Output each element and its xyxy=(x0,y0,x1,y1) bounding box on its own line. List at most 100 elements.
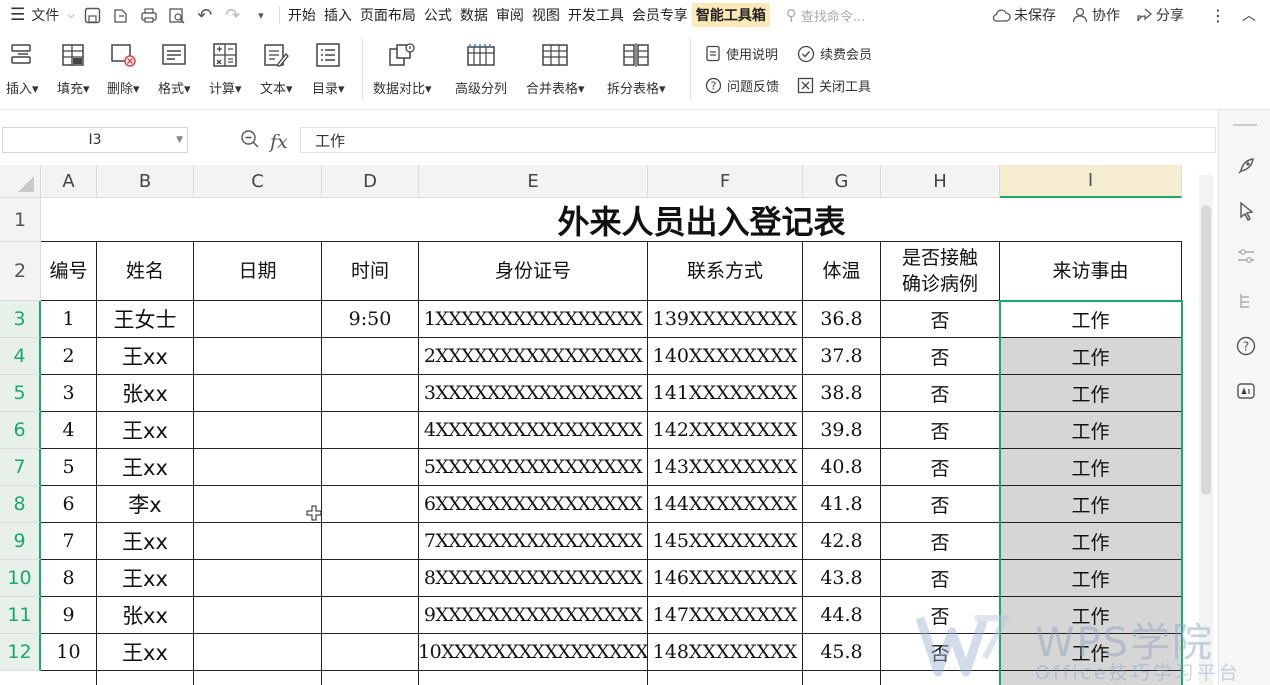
table-cell[interactable]: 38.8 xyxy=(803,375,881,412)
table-cell[interactable]: 7 xyxy=(41,523,97,560)
column-header-f[interactable]: F xyxy=(648,165,803,198)
table-cell[interactable]: 工作 xyxy=(1000,338,1182,375)
table-cell[interactable] xyxy=(322,634,419,671)
ai-assistant-icon[interactable] xyxy=(1235,380,1257,402)
feedback-button[interactable]: ? 问题反馈 xyxy=(705,76,779,95)
table-cell[interactable] xyxy=(194,597,322,634)
table-cell[interactable]: 45.8 xyxy=(803,634,881,671)
tab-insert[interactable]: 插入 xyxy=(320,0,356,30)
table-cell[interactable]: 142XXXXXXXX xyxy=(648,412,803,449)
table-cell[interactable] xyxy=(419,671,648,685)
scroll-thumb[interactable] xyxy=(1201,205,1211,495)
print-icon[interactable] xyxy=(138,4,160,26)
table-cell[interactable] xyxy=(194,301,322,338)
row-header-4[interactable]: 4 xyxy=(0,338,41,375)
row-header-11[interactable]: 11 xyxy=(0,597,41,634)
table-cell[interactable]: 42.8 xyxy=(803,523,881,560)
tab-formulas[interactable]: 公式 xyxy=(420,0,456,30)
table-cell[interactable]: 8 xyxy=(41,560,97,597)
table-cell[interactable]: 工作 xyxy=(1000,301,1182,338)
tab-member[interactable]: 会员专享 xyxy=(628,0,692,30)
row-header-1[interactable]: 1 xyxy=(0,198,41,242)
redo-icon[interactable]: ↷ xyxy=(222,4,244,26)
table-cell[interactable]: 张xx xyxy=(97,597,194,634)
table-cell[interactable] xyxy=(194,671,322,685)
tab-smart-toolbox[interactable]: 智能工具箱 xyxy=(691,3,770,27)
zoom-icon[interactable] xyxy=(240,129,260,154)
header-cell-c[interactable]: 日期 xyxy=(194,242,322,301)
tab-home[interactable]: 开始 xyxy=(284,0,320,30)
table-cell[interactable]: 王xx xyxy=(97,338,194,375)
table-cell[interactable]: 王女士 xyxy=(97,301,194,338)
table-cell[interactable] xyxy=(322,560,419,597)
row-header-3[interactable]: 3 xyxy=(0,301,41,338)
table-cell[interactable]: 37.8 xyxy=(803,338,881,375)
table-cell[interactable]: 否 xyxy=(881,412,1000,449)
collab-button[interactable]: 协作 xyxy=(1064,5,1128,25)
select-all-corner[interactable] xyxy=(0,165,41,198)
table-cell[interactable] xyxy=(194,375,322,412)
tab-review[interactable]: 审阅 xyxy=(492,0,528,30)
table-cell[interactable]: 工作 xyxy=(1000,523,1182,560)
table-cell[interactable]: 140XXXXXXXX xyxy=(648,338,803,375)
row-header-6[interactable]: 6 xyxy=(0,412,41,449)
calculate-button[interactable]: 计算▾ xyxy=(209,40,242,97)
table-cell[interactable]: 9:50 xyxy=(322,301,419,338)
sliders-icon[interactable] xyxy=(1235,245,1257,267)
help-button[interactable]: 使用说明 xyxy=(705,44,778,63)
column-header-d[interactable]: D xyxy=(322,165,419,198)
text-button[interactable]: 文本▾ xyxy=(260,40,293,97)
table-cell[interactable]: 5XXXXXXXXXXXXXXXX xyxy=(419,449,648,486)
delete-button[interactable]: 删除▾ xyxy=(107,40,140,97)
more-menu-icon[interactable]: ⋮ xyxy=(1202,6,1234,25)
table-cell[interactable] xyxy=(194,449,322,486)
table-cell[interactable]: 141XXXXXXXX xyxy=(648,375,803,412)
catalog-button[interactable]: 目录▾ xyxy=(312,40,345,97)
row-header-5[interactable]: 5 xyxy=(0,375,41,412)
table-cell[interactable] xyxy=(194,486,322,523)
table-cell[interactable] xyxy=(322,671,419,685)
table-cell[interactable] xyxy=(194,412,322,449)
table-cell[interactable]: 王xx xyxy=(97,449,194,486)
table-cell[interactable]: 148XXXXXXXX xyxy=(648,634,803,671)
merge-table-button[interactable]: 合并表格▾ xyxy=(526,40,585,97)
table-cell[interactable]: 36.8 xyxy=(803,301,881,338)
table-cell[interactable] xyxy=(194,634,322,671)
undo-icon[interactable]: ↶ xyxy=(194,4,216,26)
table-cell[interactable]: 王xx xyxy=(97,412,194,449)
column-header-g[interactable]: G xyxy=(803,165,881,198)
column-header-a[interactable]: A xyxy=(41,165,97,198)
table-cell[interactable]: 6 xyxy=(41,486,97,523)
table-cell[interactable]: 工作 xyxy=(1000,375,1182,412)
table-cell[interactable] xyxy=(194,560,322,597)
table-cell[interactable] xyxy=(194,523,322,560)
table-cell[interactable] xyxy=(194,338,322,375)
table-cell[interactable]: 2 xyxy=(41,338,97,375)
table-cell[interactable]: 李x xyxy=(97,486,194,523)
row-header-10[interactable]: 10 xyxy=(0,560,41,597)
table-cell[interactable]: 39.8 xyxy=(803,412,881,449)
help-circle-icon[interactable]: ? xyxy=(1235,335,1257,357)
table-cell[interactable]: 工作 xyxy=(1000,486,1182,523)
table-cell[interactable]: 否 xyxy=(881,338,1000,375)
table-cell[interactable]: 40.8 xyxy=(803,449,881,486)
name-box[interactable]: I3 ▼ xyxy=(2,127,188,153)
table-cell[interactable] xyxy=(322,449,419,486)
table-cell[interactable]: 2XXXXXXXXXXXXXXXX xyxy=(419,338,648,375)
insert-button[interactable]: 插入▾ xyxy=(6,40,39,97)
table-cell[interactable]: 9XXXXXXXXXXXXXXXX xyxy=(419,597,648,634)
export-icon[interactable] xyxy=(110,4,132,26)
table-cell[interactable] xyxy=(41,671,97,685)
table-cell[interactable]: 否 xyxy=(881,560,1000,597)
header-cell-g[interactable]: 体温 xyxy=(803,242,881,301)
table-cell[interactable] xyxy=(322,338,419,375)
formula-input[interactable]: 工作 xyxy=(300,127,1216,153)
header-cell-h[interactable]: 是否接触确诊病例 xyxy=(881,242,1000,301)
quick-access-more-icon[interactable]: ▾ xyxy=(250,4,272,26)
table-cell[interactable]: 5 xyxy=(41,449,97,486)
header-cell-i[interactable]: 来访事由 xyxy=(1000,242,1182,301)
pointer-icon[interactable] xyxy=(1235,200,1257,222)
table-cell[interactable] xyxy=(322,597,419,634)
table-cell[interactable]: 41.8 xyxy=(803,486,881,523)
command-search[interactable]: ⚲ 查找命令... xyxy=(786,6,926,25)
